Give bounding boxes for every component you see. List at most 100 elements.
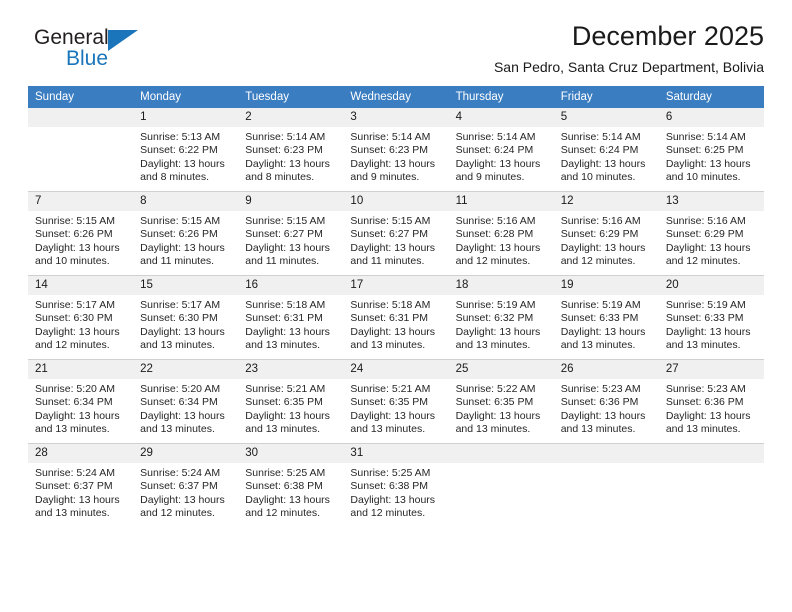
calendar-cell: 29 Sunrise: 5:24 AM Sunset: 6:37 PM Dayligh…: [133, 443, 239, 527]
logo-text-blue: Blue: [66, 47, 109, 70]
day-number: [658, 444, 764, 463]
sunrise-text: Sunrise: 5:24 AM: [35, 467, 115, 479]
calendar-day[interactable]: 20 Sunrise: 5:19 AM Sunset: 6:33 PM Dayligh…: [658, 276, 764, 359]
day-number: 31: [343, 444, 449, 463]
calendar-cell: [553, 443, 659, 527]
calendar-cell: 13 Sunrise: 5:16 AM Sunset: 6:29 PM Dayligh…: [658, 191, 764, 276]
calendar-day[interactable]: 23 Sunrise: 5:21 AM Sunset: 6:35 PM Dayligh…: [238, 360, 344, 443]
page-subtitle: San Pedro, Santa Cruz Department, Bolivi…: [493, 59, 764, 75]
sunset-text: Sunset: 6:28 PM: [455, 228, 534, 241]
calendar-day[interactable]: 24 Sunrise: 5:21 AM Sunset: 6:35 PM Dayligh…: [343, 360, 449, 443]
calendar-day-empty: [448, 444, 554, 527]
logo-triangle-icon: [108, 30, 138, 51]
sunrise-text: Sunrise: 5:19 AM: [560, 299, 641, 311]
generalblue-logo[interactable]: General Blue: [34, 26, 214, 78]
sunset-text: Sunset: 6:36 PM: [665, 396, 744, 409]
day-number: 30: [238, 444, 344, 463]
calendar-cell: 11 Sunrise: 5:16 AM Sunset: 6:28 PM Dayligh…: [448, 191, 554, 276]
calendar-cell: 14 Sunrise: 5:17 AM Sunset: 6:30 PM Dayligh…: [28, 275, 134, 360]
daylight-text: Daylight: 13 hours and 13 minutes.: [140, 325, 225, 351]
calendar-day[interactable]: 14 Sunrise: 5:17 AM Sunset: 6:30 PM Dayligh…: [28, 276, 134, 359]
day-number: 13: [658, 192, 764, 211]
sunset-text: Sunset: 6:25 PM: [665, 144, 744, 157]
calendar-day[interactable]: 26 Sunrise: 5:23 AM Sunset: 6:36 PM Dayligh…: [553, 360, 659, 443]
daylight-text: Daylight: 13 hours and 11 minutes.: [140, 241, 225, 267]
calendar-day[interactable]: 4 Sunrise: 5:14 AM Sunset: 6:24 PM Daylight…: [448, 108, 554, 191]
calendar-day[interactable]: 29 Sunrise: 5:24 AM Sunset: 6:37 PM Dayligh…: [133, 444, 239, 527]
daylight-text: Daylight: 13 hours and 13 minutes.: [245, 325, 330, 351]
sunset-text: Sunset: 6:24 PM: [455, 144, 534, 157]
day-details: Sunrise: 5:18 AM Sunset: 6:31 PM Daylight:…: [343, 295, 448, 352]
calendar-day[interactable]: 2 Sunrise: 5:14 AM Sunset: 6:23 PM Daylight…: [238, 108, 344, 191]
calendar-day[interactable]: 27 Sunrise: 5:23 AM Sunset: 6:36 PM Dayligh…: [658, 360, 764, 443]
day-number: 29: [133, 444, 239, 463]
sunrise-text: Sunrise: 5:25 AM: [350, 467, 431, 479]
calendar-day[interactable]: 21 Sunrise: 5:20 AM Sunset: 6:34 PM Dayligh…: [28, 360, 134, 443]
sunset-text: Sunset: 6:31 PM: [350, 312, 429, 325]
calendar-day[interactable]: 12 Sunrise: 5:16 AM Sunset: 6:29 PM Dayligh…: [553, 192, 659, 275]
calendar-day[interactable]: 30 Sunrise: 5:25 AM Sunset: 6:38 PM Dayligh…: [238, 444, 344, 527]
calendar-day[interactable]: 9 Sunrise: 5:15 AM Sunset: 6:27 PM Daylight…: [238, 192, 344, 275]
calendar-day[interactable]: 13 Sunrise: 5:16 AM Sunset: 6:29 PM Dayligh…: [658, 192, 764, 275]
sunrise-text: Sunrise: 5:14 AM: [245, 131, 326, 143]
day-details: Sunrise: 5:14 AM Sunset: 6:25 PM Daylight:…: [659, 127, 764, 184]
day-number: 15: [133, 276, 239, 295]
sunrise-text: Sunrise: 5:14 AM: [665, 131, 746, 143]
calendar-cell: 3 Sunrise: 5:14 AM Sunset: 6:23 PM Daylight…: [343, 108, 449, 192]
day-details: Sunrise: 5:19 AM Sunset: 6:32 PM Daylight:…: [449, 295, 554, 352]
day-number: 24: [343, 360, 449, 379]
day-number: [553, 444, 659, 463]
calendar-header-row: Sunday Monday Tuesday Wednesday Thursday…: [28, 86, 764, 108]
sunset-text: Sunset: 6:34 PM: [35, 396, 113, 409]
calendar-cell: 4 Sunrise: 5:14 AM Sunset: 6:24 PM Daylight…: [448, 108, 554, 192]
sunset-text: Sunset: 6:29 PM: [560, 228, 639, 241]
calendar-day[interactable]: 28 Sunrise: 5:24 AM Sunset: 6:37 PM Dayligh…: [28, 444, 134, 527]
calendar-day[interactable]: 22 Sunrise: 5:20 AM Sunset: 6:34 PM Dayligh…: [133, 360, 239, 443]
calendar-day[interactable]: 10 Sunrise: 5:15 AM Sunset: 6:27 PM Dayligh…: [343, 192, 449, 275]
calendar-cell: 30 Sunrise: 5:25 AM Sunset: 6:38 PM Dayligh…: [238, 443, 344, 527]
calendar-day[interactable]: 25 Sunrise: 5:22 AM Sunset: 6:35 PM Dayligh…: [448, 360, 554, 443]
calendar-day[interactable]: 11 Sunrise: 5:16 AM Sunset: 6:28 PM Dayligh…: [448, 192, 554, 275]
sunrise-text: Sunrise: 5:19 AM: [665, 299, 746, 311]
sunset-text: Sunset: 6:33 PM: [560, 312, 639, 325]
day-number: 11: [448, 192, 554, 211]
day-number: 22: [133, 360, 239, 379]
daylight-text: Daylight: 13 hours and 12 minutes.: [35, 325, 120, 351]
day-details: Sunrise: 5:19 AM Sunset: 6:33 PM Daylight:…: [659, 295, 764, 352]
calendar-day[interactable]: 5 Sunrise: 5:14 AM Sunset: 6:24 PM Daylight…: [553, 108, 659, 191]
sunset-text: Sunset: 6:31 PM: [245, 312, 323, 325]
day-details: Sunrise: 5:19 AM Sunset: 6:33 PM Daylight:…: [554, 295, 659, 352]
daylight-text: Daylight: 13 hours and 10 minutes.: [665, 157, 751, 183]
day-details: Sunrise: 5:15 AM Sunset: 6:26 PM Daylight:…: [28, 211, 133, 268]
weekday-header-saturday: Saturday: [658, 86, 764, 108]
day-number: 19: [553, 276, 659, 295]
sunset-text: Sunset: 6:38 PM: [245, 480, 323, 493]
calendar-day[interactable]: 15 Sunrise: 5:17 AM Sunset: 6:30 PM Dayligh…: [133, 276, 239, 359]
page-title: December 2025: [571, 21, 764, 51]
daylight-text: Daylight: 13 hours and 9 minutes.: [455, 157, 541, 183]
day-number: 27: [658, 360, 764, 379]
calendar-cell: 12 Sunrise: 5:16 AM Sunset: 6:29 PM Dayligh…: [553, 191, 659, 276]
calendar-cell: 28 Sunrise: 5:24 AM Sunset: 6:37 PM Dayligh…: [28, 443, 134, 527]
day-details: Sunrise: 5:20 AM Sunset: 6:34 PM Daylight:…: [28, 379, 133, 436]
calendar-day[interactable]: 1 Sunrise: 5:13 AM Sunset: 6:22 PM Daylight…: [133, 108, 239, 191]
sunrise-text: Sunrise: 5:15 AM: [245, 215, 326, 227]
calendar-day[interactable]: 3 Sunrise: 5:14 AM Sunset: 6:23 PM Daylight…: [343, 108, 449, 191]
day-number: 16: [238, 276, 344, 295]
calendar-day[interactable]: 17 Sunrise: 5:18 AM Sunset: 6:31 PM Dayligh…: [343, 276, 449, 359]
calendar-week-row: 14 Sunrise: 5:17 AM Sunset: 6:30 PM Dayligh…: [28, 275, 764, 360]
calendar-cell: 21 Sunrise: 5:20 AM Sunset: 6:34 PM Dayligh…: [28, 359, 134, 444]
daylight-text: Daylight: 13 hours and 10 minutes.: [35, 241, 120, 267]
calendar-day[interactable]: 18 Sunrise: 5:19 AM Sunset: 6:32 PM Dayligh…: [448, 276, 554, 359]
calendar-week-row: 28 Sunrise: 5:24 AM Sunset: 6:37 PM Dayligh…: [28, 443, 764, 527]
calendar-day[interactable]: 31 Sunrise: 5:25 AM Sunset: 6:38 PM Dayligh…: [343, 444, 449, 527]
daylight-text: Daylight: 13 hours and 12 minutes.: [140, 493, 225, 519]
day-details: Sunrise: 5:18 AM Sunset: 6:31 PM Daylight:…: [238, 295, 343, 352]
calendar-day[interactable]: 7 Sunrise: 5:15 AM Sunset: 6:26 PM Daylight…: [28, 192, 134, 275]
day-number: 6: [658, 108, 764, 127]
sunset-text: Sunset: 6:23 PM: [245, 144, 323, 157]
calendar-day[interactable]: 16 Sunrise: 5:18 AM Sunset: 6:31 PM Dayligh…: [238, 276, 344, 359]
calendar-day[interactable]: 19 Sunrise: 5:19 AM Sunset: 6:33 PM Dayligh…: [553, 276, 659, 359]
calendar-day[interactable]: 8 Sunrise: 5:15 AM Sunset: 6:26 PM Daylight…: [133, 192, 239, 275]
calendar-day[interactable]: 6 Sunrise: 5:14 AM Sunset: 6:25 PM Daylight…: [658, 108, 764, 191]
